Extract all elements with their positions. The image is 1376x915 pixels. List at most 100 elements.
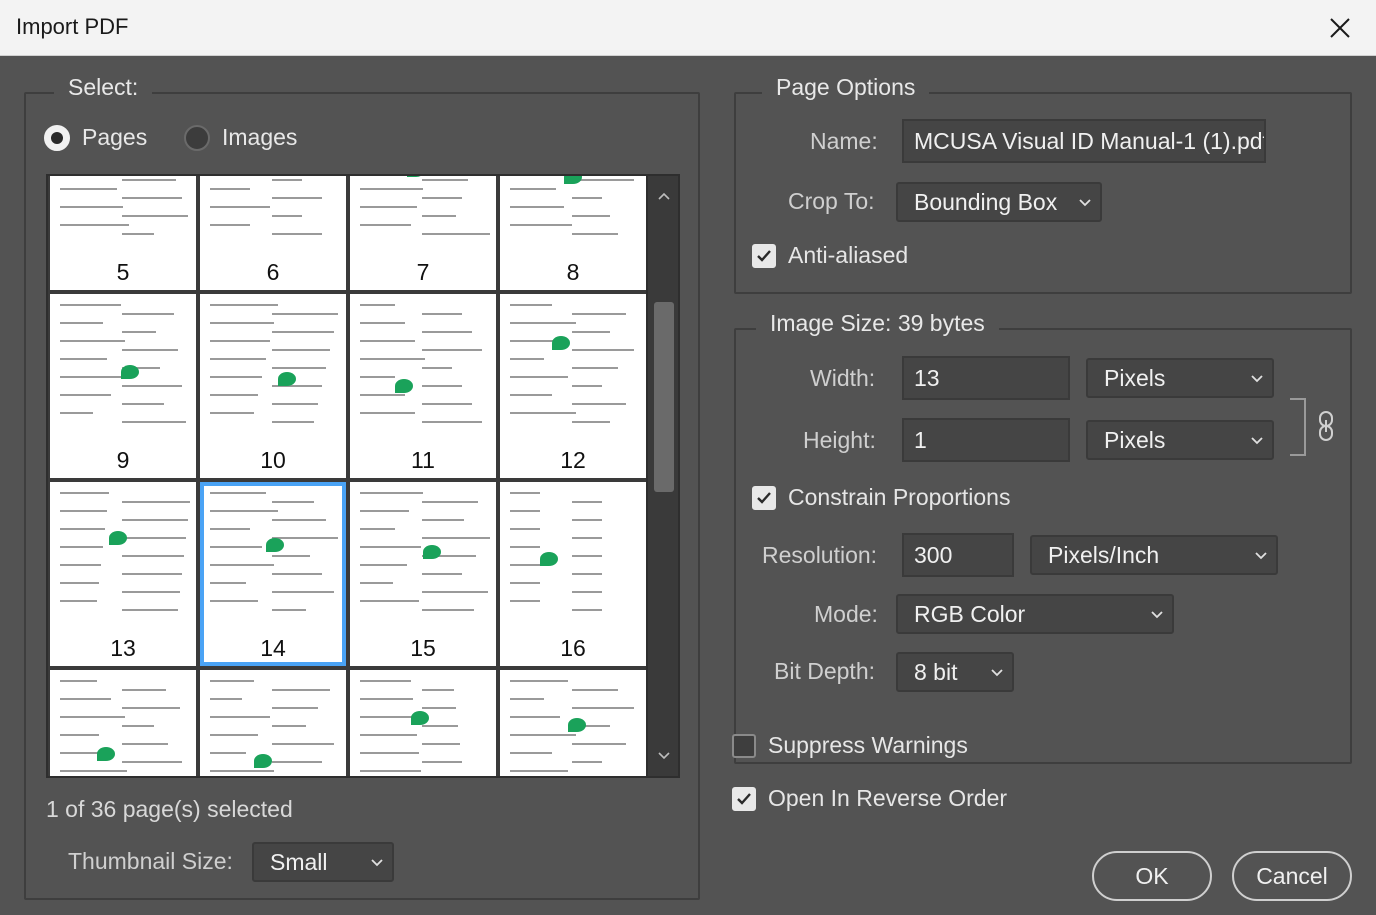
resolution-unit-select[interactable]: Pixels/Inch [1030, 535, 1278, 575]
close-button[interactable] [1318, 6, 1362, 50]
thumbnail-preview [60, 680, 186, 776]
constrain-proportions-label: Constrain Proportions [788, 484, 1011, 510]
preview-line [572, 761, 602, 763]
radio-pages[interactable]: Pages [44, 124, 147, 151]
preview-line [210, 600, 258, 602]
preview-line [572, 707, 634, 709]
preview-line [60, 680, 97, 682]
chevron-down-icon [371, 859, 383, 867]
page-thumbnail[interactable]: 7 [350, 176, 496, 290]
scroll-down-button[interactable] [648, 744, 678, 768]
resolution-field[interactable]: 300 [902, 533, 1014, 577]
preview-line [422, 233, 490, 235]
mode-select[interactable]: RGB Color [896, 594, 1174, 634]
thumbnail-scrollbar[interactable] [646, 176, 678, 776]
height-field[interactable]: 1 [902, 418, 1070, 462]
preview-line [60, 340, 125, 342]
anti-aliased-checkbox[interactable]: Anti-aliased [752, 242, 908, 269]
ok-button[interactable]: OK [1092, 851, 1212, 901]
constrain-proportions-checkbox[interactable]: Constrain Proportions [752, 484, 1010, 511]
preview-line [360, 376, 395, 378]
thumbnail-preview [510, 680, 636, 776]
preview-line [60, 188, 117, 190]
reverse-order-indicator [732, 786, 756, 811]
cancel-button[interactable]: Cancel [1232, 851, 1352, 901]
preview-line [60, 600, 97, 602]
select-legend: Select: [54, 74, 153, 101]
preview-line [60, 510, 107, 512]
name-label: Name: [810, 128, 878, 154]
preview-line [122, 591, 180, 593]
page-thumbnail[interactable]: 9 [50, 294, 196, 478]
dove-logo-mark [568, 718, 586, 732]
chevron-down-icon [991, 669, 1003, 677]
thumbnail-preview [360, 304, 486, 438]
preview-line [272, 179, 302, 181]
width-field[interactable]: 13 [902, 356, 1070, 400]
preview-line [60, 734, 99, 736]
radio-pages-indicator [44, 124, 70, 151]
preview-line [272, 421, 314, 423]
preview-line [122, 555, 184, 557]
crop-to-label: Crop To: [788, 188, 875, 214]
thumbnail-size-select[interactable]: Small [252, 842, 394, 882]
dove-logo-mark [266, 538, 284, 552]
preview-line [122, 707, 180, 709]
link-chain-icon[interactable] [1316, 410, 1336, 442]
preview-line [210, 188, 250, 190]
page-thumbnail[interactable] [500, 670, 646, 776]
radio-images[interactable]: Images [184, 124, 297, 151]
thumbnail-preview [210, 492, 338, 626]
reverse-order-checkbox[interactable]: Open In Reverse Order [732, 785, 1007, 812]
preview-line [510, 752, 552, 754]
suppress-warnings-checkbox[interactable]: Suppress Warnings [732, 732, 968, 759]
page-thumbnail[interactable]: 10 [200, 294, 346, 478]
preview-line [122, 215, 188, 217]
preview-line [510, 680, 568, 682]
scroll-up-button[interactable] [648, 184, 678, 208]
page-thumbnail[interactable]: 11 [350, 294, 496, 478]
close-icon [1330, 18, 1350, 38]
page-thumbnail[interactable] [200, 670, 346, 776]
page-thumbnail[interactable]: 16 [500, 482, 646, 666]
page-number: 8 [566, 259, 580, 285]
preview-line [360, 224, 411, 226]
preview-line [122, 743, 168, 745]
name-field[interactable]: MCUSA Visual ID Manual-1 (1).pdf [902, 119, 1266, 163]
preview-line [272, 331, 334, 333]
page-thumbnail[interactable] [350, 670, 496, 776]
page-thumbnail[interactable]: 8 [500, 176, 646, 290]
chevron-down-icon [1255, 552, 1267, 560]
preview-line [360, 564, 407, 566]
bit-depth-select[interactable]: 8 bit [896, 652, 1014, 692]
constrain-proportions-indicator [752, 485, 776, 510]
preview-line [510, 600, 540, 602]
height-unit-select[interactable]: Pixels [1086, 420, 1274, 460]
thumbnail-preview [210, 176, 336, 250]
chevron-down-icon [1251, 437, 1263, 445]
page-thumbnail[interactable] [50, 670, 196, 776]
preview-line [210, 564, 274, 566]
preview-line [272, 313, 338, 315]
page-thumbnail[interactable]: 15 [350, 482, 496, 666]
height-unit-value: Pixels [1104, 427, 1166, 453]
thumbnail-preview [60, 304, 186, 438]
page-thumbnail[interactable]: 5 [50, 176, 196, 290]
page-thumbnail[interactable]: 13 [50, 482, 196, 666]
scrollbar-thumb[interactable] [654, 302, 674, 492]
crop-to-select[interactable]: Bounding Box [896, 182, 1102, 222]
thumbnail-preview [510, 492, 636, 626]
preview-line [572, 313, 626, 315]
preview-line [360, 394, 405, 396]
page-thumbnail-list[interactable]: 5 6 7 8 9 10 11 12 13 14 15 16 [46, 174, 680, 778]
preview-line [60, 394, 111, 396]
preview-line [510, 546, 540, 548]
page-thumbnail[interactable]: 14 [200, 482, 346, 666]
page-thumbnail[interactable]: 12 [500, 294, 646, 478]
width-unit-select[interactable]: Pixels [1086, 358, 1274, 398]
thumbnail-size-value: Small [270, 849, 328, 875]
preview-line [60, 206, 123, 208]
preview-line [122, 233, 154, 235]
preview-line [210, 734, 258, 736]
page-thumbnail[interactable]: 6 [200, 176, 346, 290]
